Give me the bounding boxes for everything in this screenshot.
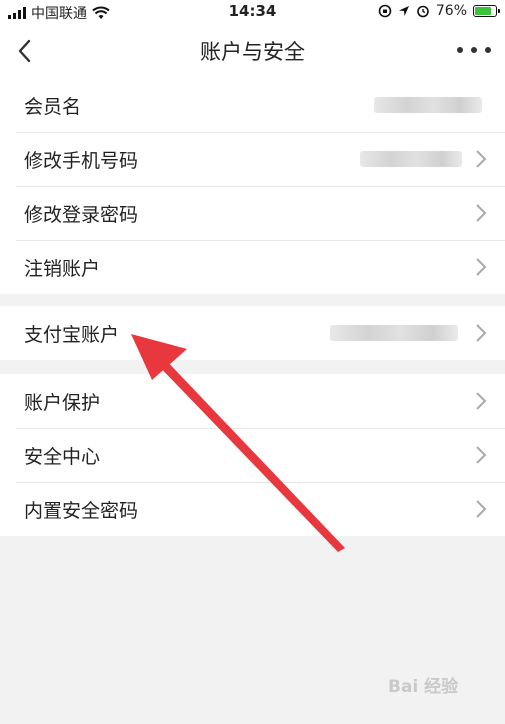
security-group: 账户保护 安全中心 内置安全密码 [0,374,505,536]
chevron-right-icon [476,392,487,410]
builtin-security-password-row[interactable]: 内置安全密码 [0,482,505,536]
change-phone-label: 修改手机号码 [24,149,139,172]
chevron-right-icon [476,150,487,168]
alarm-icon [417,5,429,18]
member-name-row[interactable]: 会员名 [0,78,505,132]
account-protection-label: 账户保护 [24,391,101,414]
member-name-label: 会员名 [24,95,82,118]
chevron-right-icon [476,446,487,464]
alipay-group: 支付宝账户 [0,306,505,360]
chevron-right-icon [476,258,487,276]
account-group: 会员名 修改手机号码 修改登录密码 注销账户 [0,78,505,294]
change-phone-row[interactable]: 修改手机号码 [0,132,505,186]
status-bar: 中国联通 14:34 76% [0,0,505,24]
builtin-security-password-label: 内置安全密码 [24,499,139,522]
orientation-lock-icon [378,4,392,18]
chevron-right-icon [476,204,487,222]
change-login-password-row[interactable]: 修改登录密码 [0,186,505,240]
navigation-bar: 账户与安全 [0,24,505,78]
account-protection-row[interactable]: 账户保护 [0,374,505,428]
cancel-account-label: 注销账户 [24,257,101,280]
battery-icon [473,5,500,17]
status-right: 76% [378,3,500,19]
location-icon [398,6,409,16]
change-login-password-label: 修改登录密码 [24,203,139,226]
watermark: Bai 经验 [388,677,459,697]
more-options-icon[interactable] [457,38,491,62]
alipay-account-value [330,325,458,341]
chevron-right-icon [476,500,487,518]
security-center-row[interactable]: 安全中心 [0,428,505,482]
chevron-right-icon [476,324,487,342]
phone-value [360,151,462,167]
cancel-account-row[interactable]: 注销账户 [0,240,505,294]
security-center-label: 安全中心 [24,445,101,468]
member-name-value [374,97,482,113]
alipay-account-label: 支付宝账户 [24,323,120,346]
page-title: 账户与安全 [200,40,305,64]
battery-percent: 76% [435,3,467,19]
alipay-account-row[interactable]: 支付宝账户 [0,306,505,360]
